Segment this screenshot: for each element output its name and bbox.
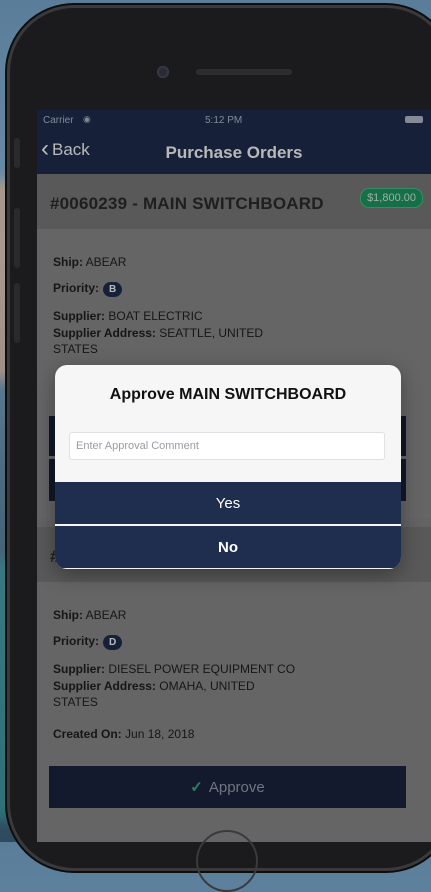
yes-button[interactable]: Yes bbox=[55, 482, 401, 524]
volume-up-button bbox=[14, 208, 20, 268]
volume-down-button bbox=[14, 283, 20, 343]
no-button[interactable]: No bbox=[55, 526, 401, 568]
dialog-title: Approve MAIN SWITCHBOARD bbox=[109, 386, 347, 403]
front-camera bbox=[157, 66, 169, 78]
approval-comment-input[interactable] bbox=[69, 432, 385, 460]
home-button[interactable] bbox=[196, 830, 258, 892]
earpiece-speaker bbox=[196, 69, 292, 75]
phone-screen: Carrier ◉ 5:12 PM ‹ Back Purchase Orders… bbox=[37, 110, 431, 842]
approve-dialog: Approve MAIN SWITCHBOARD Yes No bbox=[55, 365, 401, 569]
mute-switch bbox=[14, 138, 20, 168]
